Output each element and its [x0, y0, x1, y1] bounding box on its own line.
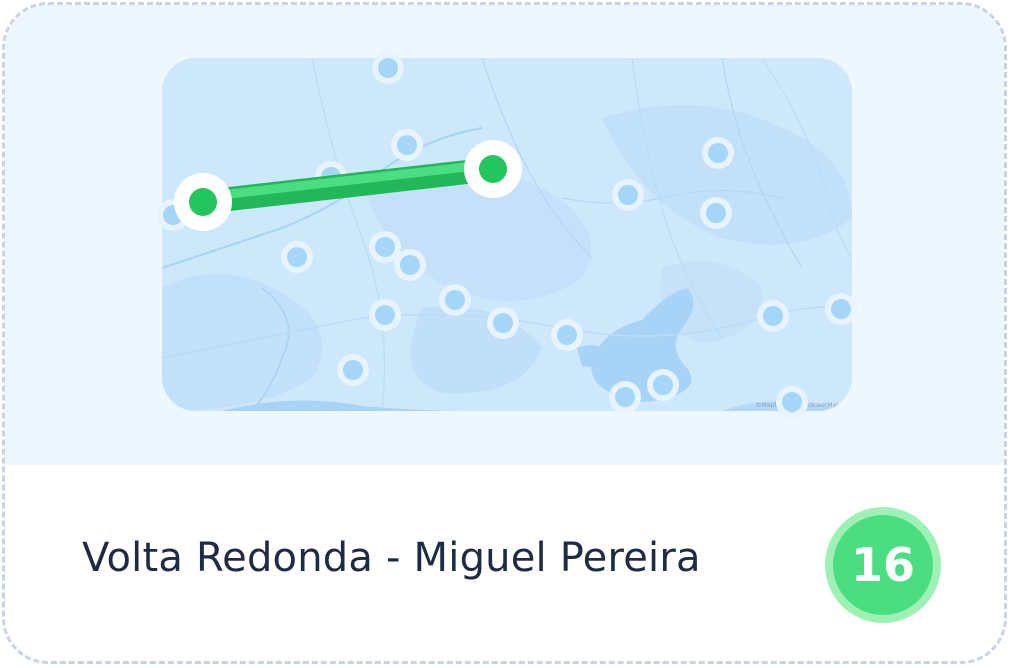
location-pin[interactable] [825, 293, 857, 325]
location-pin[interactable] [757, 300, 789, 332]
location-pin[interactable] [647, 369, 679, 401]
location-pin[interactable] [369, 299, 401, 331]
location-pin[interactable] [391, 129, 423, 161]
location-pin[interactable] [609, 381, 641, 413]
count-badge: 16 [825, 507, 941, 623]
location-pin[interactable] [372, 52, 404, 84]
location-pin[interactable] [551, 319, 583, 351]
route-title: Volta Redonda - Miguel Pereira [82, 535, 701, 581]
count-badge-value: 16 [833, 515, 933, 615]
route-start-marker[interactable] [174, 173, 232, 231]
location-pin[interactable] [394, 249, 426, 281]
route-card[interactable]: ©Mapbox ©OpenStreetMap Volta Redonda - M… [2, 2, 1007, 664]
location-pin[interactable] [776, 386, 808, 418]
location-pin[interactable] [612, 179, 644, 211]
location-pin[interactable] [700, 197, 732, 229]
map-background [162, 58, 852, 411]
location-pin[interactable] [702, 137, 734, 169]
location-pin[interactable] [337, 354, 369, 386]
location-pin[interactable] [315, 161, 347, 193]
route-end-marker[interactable] [464, 140, 522, 198]
map-tile[interactable]: ©Mapbox ©OpenStreetMap [162, 58, 852, 411]
location-pin[interactable] [439, 284, 471, 316]
location-pin[interactable] [281, 241, 313, 273]
location-pin[interactable] [487, 307, 519, 339]
map-area: ©Mapbox ©OpenStreetMap [5, 5, 1004, 465]
